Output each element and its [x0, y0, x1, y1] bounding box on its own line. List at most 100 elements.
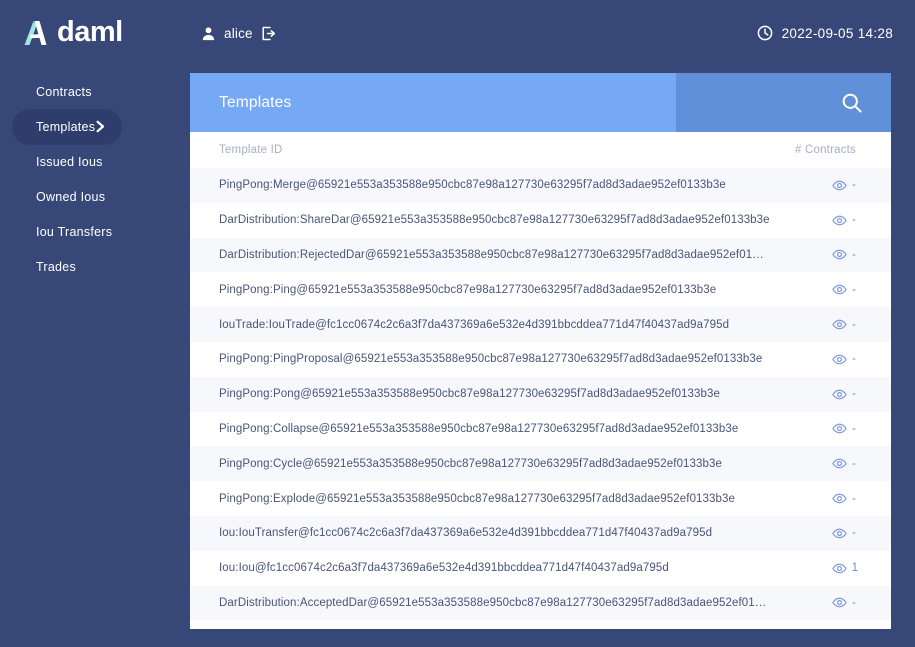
eye-icon[interactable] — [832, 423, 847, 434]
cell-contract-count: - — [770, 527, 862, 539]
cell-contract-count: - — [770, 423, 862, 435]
search-icon[interactable] — [841, 92, 863, 114]
table-row[interactable]: PingPong:PingProposal@65921e553a353588e9… — [190, 341, 891, 377]
contract-count-value: 1 — [851, 562, 858, 575]
cell-contract-count: - — [770, 284, 862, 296]
panel-title-zone: Templates — [190, 73, 676, 132]
cell-template-id: PingPong:PingProposal@65921e553a353588e9… — [219, 353, 763, 366]
eye-icon[interactable] — [832, 597, 847, 608]
logout-icon[interactable] — [261, 26, 276, 41]
table-row[interactable]: PingPong:Pong@65921e553a353588e950cbc87e… — [190, 376, 891, 412]
eye-icon[interactable] — [832, 389, 847, 400]
contract-count-value: - — [852, 596, 856, 609]
eye-icon[interactable] — [832, 284, 847, 295]
templates-table: Template ID # Contracts PingPong:Merge@6… — [190, 132, 891, 621]
sidebar-item-label: Iou Transfers — [36, 224, 113, 239]
table-row[interactable]: DarDistribution:AcceptedDar@65921e553a35… — [190, 585, 891, 621]
sidebar-item-contracts[interactable]: Contracts — [12, 74, 108, 110]
sidebar-row: Owned Ious — [0, 179, 190, 214]
contract-count-value: - — [852, 353, 856, 366]
table-row[interactable]: IouTrade:IouTrade@fc1cc0674c2c6a3f7da437… — [190, 307, 891, 342]
table-row[interactable]: Iou:IouTransfer@fc1cc0674c2c6a3f7da43736… — [190, 515, 891, 551]
sidebar-item-templates[interactable]: Templates — [12, 108, 123, 145]
timestamp: 2022-09-05 14:28 — [781, 25, 893, 41]
sidebar-item-label: Trades — [36, 259, 76, 274]
table-row[interactable]: PingPong:Collapse@65921e553a353588e950cb… — [190, 411, 891, 447]
person-icon — [201, 26, 216, 41]
cell-contract-count: - — [770, 388, 862, 400]
contract-count-value: - — [852, 214, 856, 227]
cell-template-id: DarDistribution:AcceptedDar@65921e553a35… — [219, 596, 770, 609]
sidebar-item-owned-ious[interactable]: Owned Ious — [12, 179, 121, 215]
contract-count-value: - — [852, 179, 856, 192]
sidebar-item-label: Issued Ious — [36, 154, 103, 169]
cell-template-id: IouTrade:IouTrade@fc1cc0674c2c6a3f7da437… — [219, 318, 730, 331]
cell-contract-count: - — [770, 249, 862, 261]
app-root: daml alice 2022-09-05 14:28 Contracts Te… — [0, 0, 915, 647]
cell-contract-count: - — [770, 458, 862, 470]
column-header-template-id: Template ID — [219, 144, 283, 156]
cell-template-id: PingPong:Cycle@65921e553a353588e950cbc87… — [219, 457, 723, 470]
table-row[interactable]: PingPong:Merge@65921e553a353588e950cbc87… — [190, 168, 891, 203]
sidebar: Contracts Templates Issued Ious Owned Io… — [0, 74, 190, 284]
contract-count-value: - — [852, 527, 856, 540]
cell-template-id: PingPong:Merge@65921e553a353588e950cbc87… — [219, 179, 726, 192]
cell-contract-count: - — [770, 179, 862, 191]
sidebar-row: Iou Transfers — [0, 214, 190, 249]
table-row[interactable]: DarDistribution:ShareDar@65921e553a35358… — [190, 202, 891, 238]
table-row[interactable]: DarDistribution:RejectedDar@65921e553a35… — [190, 237, 891, 273]
contract-count-value: - — [852, 457, 856, 470]
eye-icon[interactable] — [832, 215, 847, 226]
sidebar-item-label: Contracts — [36, 84, 92, 99]
cell-template-id: DarDistribution:RejectedDar@65921e553a35… — [219, 248, 770, 261]
sidebar-item-issued-ious[interactable]: Issued Ious — [12, 144, 119, 180]
contract-count-value: - — [852, 492, 856, 505]
cell-template-id: PingPong:Pong@65921e553a353588e950cbc87e… — [219, 388, 721, 401]
cell-template-id: Iou:Iou@fc1cc0674c2c6a3f7da437369a6e532e… — [219, 562, 669, 575]
top-bar: daml alice 2022-09-05 14:28 — [0, 0, 915, 66]
search-button[interactable] — [676, 73, 891, 132]
daml-logo-icon — [22, 19, 48, 47]
cell-contract-count: - — [770, 353, 862, 365]
cell-contract-count: - — [770, 214, 862, 226]
table-row[interactable]: PingPong:Cycle@65921e553a353588e950cbc87… — [190, 446, 891, 482]
main-panel: Templates Template ID # Contracts PingPo… — [190, 73, 891, 629]
contract-count-value: - — [852, 422, 856, 435]
table-body: PingPong:Merge@65921e553a353588e950cbc87… — [190, 168, 891, 621]
cell-contract-count: - — [770, 597, 862, 609]
user-block: alice — [201, 26, 276, 41]
column-header-contracts: # Contracts — [794, 144, 856, 156]
eye-icon[interactable] — [831, 563, 847, 574]
table-header-row: Template ID # Contracts — [190, 132, 891, 168]
sidebar-row: Trades — [0, 249, 190, 284]
eye-icon[interactable] — [832, 458, 847, 469]
eye-icon[interactable] — [832, 180, 847, 191]
eye-icon[interactable] — [832, 528, 847, 539]
sidebar-item-label: Owned Ious — [36, 189, 106, 204]
panel-header: Templates — [190, 73, 891, 132]
eye-icon[interactable] — [832, 319, 847, 330]
brand-logo[interactable]: daml — [22, 15, 172, 48]
sidebar-item-trades[interactable]: Trades — [12, 249, 92, 285]
cell-contract-count: - — [770, 319, 862, 331]
eye-icon[interactable] — [832, 354, 847, 365]
eye-icon[interactable] — [832, 249, 847, 260]
cell-template-id: PingPong:Explode@65921e553a353588e950cbc… — [219, 492, 736, 505]
contract-count-value: - — [852, 248, 856, 261]
page-title: Templates — [219, 93, 292, 111]
eye-icon[interactable] — [832, 493, 847, 504]
contract-count-value: - — [852, 318, 856, 331]
chevron-right-icon — [95, 120, 106, 133]
contract-count-value: - — [852, 283, 856, 296]
cell-contract-count: - — [770, 493, 862, 505]
cell-template-id: PingPong:Collapse@65921e553a353588e950cb… — [219, 422, 739, 435]
clock-icon — [757, 25, 773, 41]
sidebar-row: Templates — [0, 108, 190, 145]
table-row[interactable]: PingPong:Ping@65921e553a353588e950cbc87e… — [190, 272, 891, 308]
table-row[interactable]: PingPong:Explode@65921e553a353588e950cbc… — [190, 481, 891, 516]
user-name: alice — [224, 25, 253, 41]
sidebar-row: Issued Ious — [0, 144, 190, 179]
sidebar-item-iou-transfers[interactable]: Iou Transfers — [12, 214, 128, 250]
brand-name: daml — [57, 15, 123, 48]
table-row[interactable]: Iou:Iou@fc1cc0674c2c6a3f7da437369a6e532e… — [190, 550, 891, 586]
